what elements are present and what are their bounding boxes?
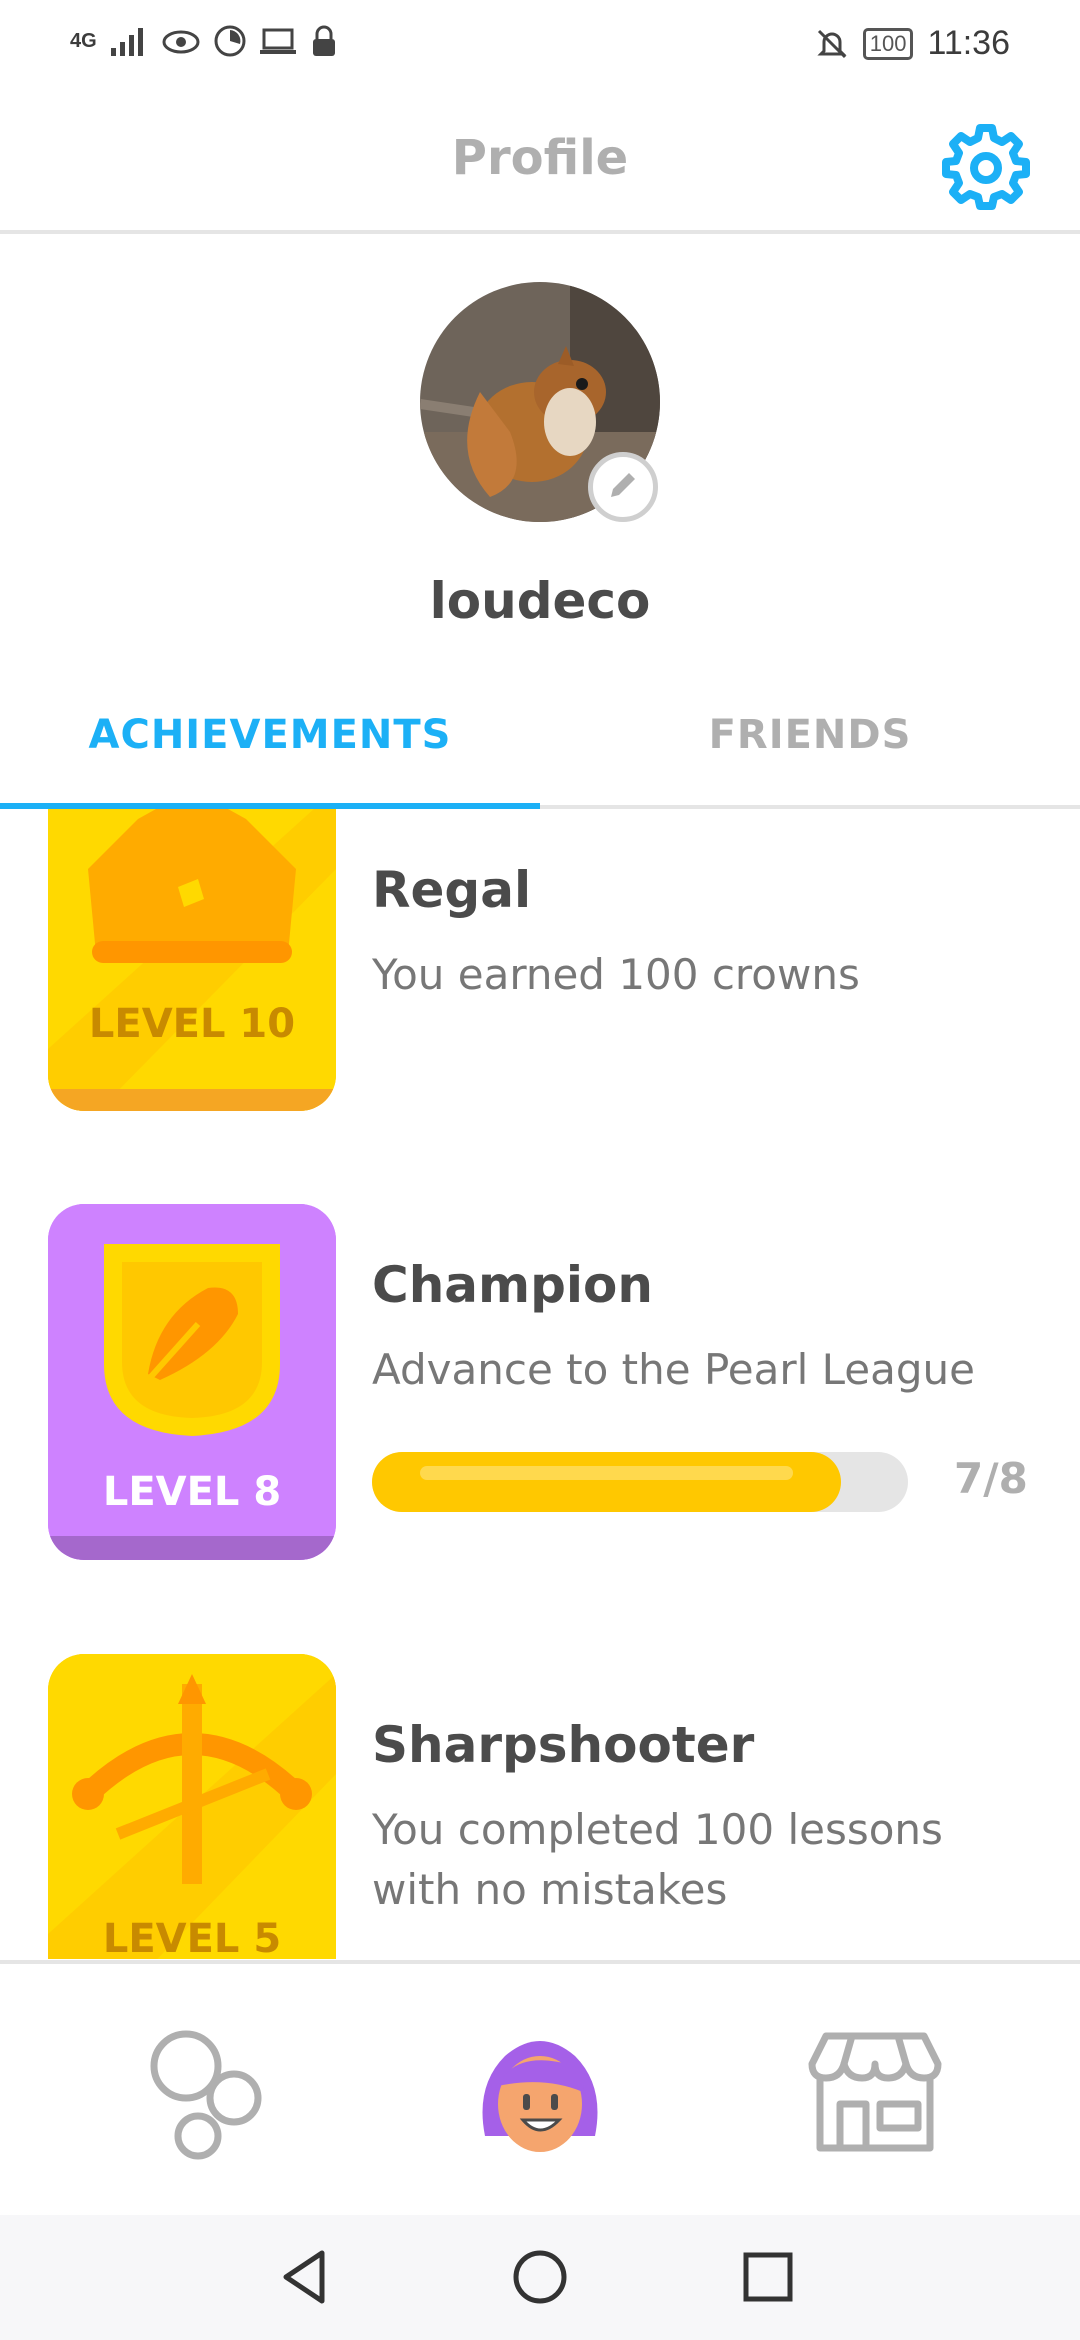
recents-button[interactable] <box>736 2245 800 2309</box>
network-type: 4G <box>70 29 97 52</box>
achievements-list[interactable]: LEVEL 10 Regal You earned 100 crowns LEV… <box>0 809 1080 1959</box>
learn-bubbles-icon <box>150 2030 262 2160</box>
timer-icon <box>214 25 246 57</box>
progress-shine <box>420 1466 793 1480</box>
bottom-navigation <box>0 1960 1080 2219</box>
tab-achievements[interactable]: ACHIEVEMENTS <box>0 690 540 809</box>
achievement-badge: LEVEL 10 <box>48 809 336 1111</box>
back-triangle-icon <box>283 2250 325 2304</box>
eye-icon <box>162 30 200 54</box>
nav-profile-button[interactable] <box>465 2016 615 2166</box>
app-header: Profile <box>0 100 1080 234</box>
recents-square-icon <box>743 2252 793 2302</box>
profile-avatar[interactable] <box>420 282 660 522</box>
shop-icon <box>808 2032 942 2152</box>
level-label: LEVEL 10 <box>88 1001 296 1047</box>
progress-count: 7/8 <box>954 1454 1028 1503</box>
achievement-description: You earned 100 crowns <box>372 950 860 999</box>
username: loudeco <box>429 572 651 630</box>
gear-icon <box>942 124 1030 210</box>
tab-friends[interactable]: FRIENDS <box>540 690 1080 805</box>
profile-tabs: ACHIEVEMENTS FRIENDS <box>0 690 1080 809</box>
achievement-item[interactable]: LEVEL 8 Champion Advance to the Pearl Le… <box>0 1204 1080 1564</box>
achievement-item[interactable]: LEVEL 10 Regal You earned 100 crowns <box>0 809 1080 1119</box>
crown-icon <box>48 809 336 1111</box>
status-icons-right: 100 11:36 <box>815 24 1010 63</box>
achievement-title: Sharpshooter <box>372 1716 755 1774</box>
pencil-icon <box>611 473 635 497</box>
crossbow-icon <box>48 1654 336 1959</box>
level-label: LEVEL 8 <box>102 1469 282 1515</box>
lock-icon <box>312 25 335 56</box>
achievement-description: Advance to the Pearl League <box>372 1345 975 1394</box>
edit-avatar-button[interactable] <box>588 452 658 522</box>
achievement-title: Champion <box>372 1256 654 1314</box>
achievement-title: Regal <box>372 861 532 919</box>
battery-indicator: 100 <box>862 27 914 60</box>
page-title: Profile <box>451 130 629 186</box>
achievement-badge: LEVEL 5 <box>48 1654 336 1959</box>
clock: 11:36 <box>927 24 1010 62</box>
achievement-description: You completed 100 lessons with no mistak… <box>372 1805 943 1914</box>
achievement-item[interactable]: LEVEL 5 Sharpshooter You completed 100 l… <box>0 1654 1080 1959</box>
home-circle-icon <box>513 2250 567 2304</box>
laptop-icon <box>259 28 296 54</box>
settings-button[interactable] <box>942 122 1030 210</box>
back-button[interactable] <box>276 2245 340 2309</box>
bell-off-icon <box>817 29 847 58</box>
status-bar: 4G 100 11:36 <box>0 0 1080 92</box>
status-icons-left: 4G <box>70 24 339 58</box>
level-label: LEVEL 5 <box>102 1916 282 1959</box>
system-navigation-bar <box>0 2215 1080 2340</box>
progress-bar <box>372 1452 908 1512</box>
achievement-badge: LEVEL 8 <box>48 1204 336 1560</box>
nav-shop-button[interactable] <box>800 2016 950 2166</box>
profile-character-icon <box>482 2041 598 2152</box>
progress-fill <box>372 1452 841 1512</box>
nav-learn-button[interactable] <box>130 2016 280 2166</box>
home-button[interactable] <box>508 2245 572 2309</box>
signal-icon <box>110 28 143 56</box>
